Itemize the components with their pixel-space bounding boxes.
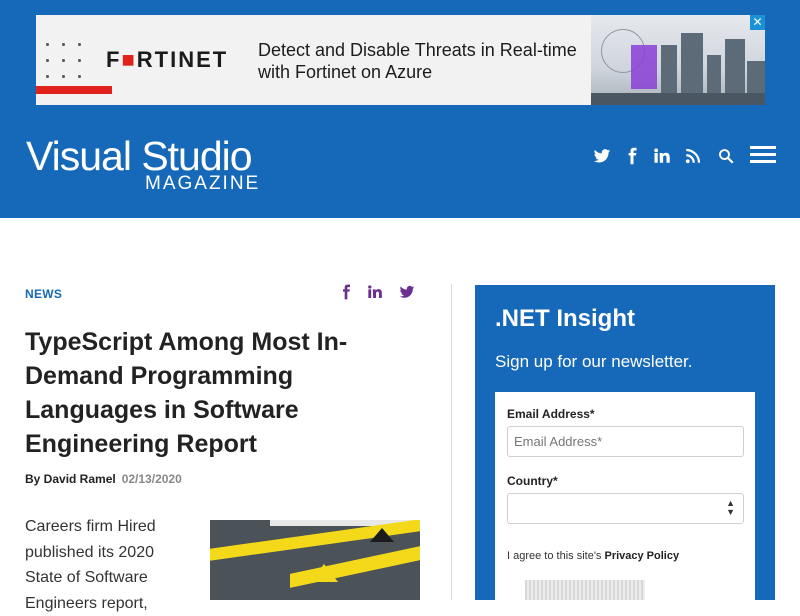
article-title: TypeScript Among Most In-Demand Programm… xyxy=(25,328,348,458)
column-divider xyxy=(451,284,452,600)
article-category[interactable]: NEWS xyxy=(25,287,62,301)
site-logo-sub[interactable]: MAGAZINE xyxy=(145,173,260,195)
select-updown-icon: ▲ ▼ xyxy=(726,498,735,517)
newsletter-title: .NET Insight xyxy=(495,305,635,332)
ad-city-image xyxy=(591,15,765,105)
newsletter-box: .NET Insight Sign up for our newsletter.… xyxy=(475,285,775,600)
share-facebook-icon[interactable] xyxy=(338,284,354,304)
ad-brand-logo: F■RTINET xyxy=(106,47,229,72)
article-body: Careers firm Hired published its 2020 St… xyxy=(25,518,156,612)
email-field[interactable] xyxy=(507,426,744,457)
country-select[interactable]: ▲ ▼ xyxy=(507,493,744,524)
menu-icon[interactable] xyxy=(750,146,776,164)
email-label: Email Address* xyxy=(507,407,595,421)
ad-dots-decoration xyxy=(46,43,86,83)
site-header: F■RTINET Detect and Disable Threats in R… xyxy=(0,0,800,218)
facebook-icon[interactable] xyxy=(622,145,642,167)
rss-icon[interactable] xyxy=(683,145,703,167)
share-twitter-icon[interactable] xyxy=(399,284,415,304)
newsletter-form: Email Address* Country* ▲▼ I agree to th… xyxy=(495,392,755,600)
arrow-marking xyxy=(310,564,338,582)
article-date: 02/13/2020 xyxy=(121,472,182,486)
country-label: Country* xyxy=(507,474,558,488)
ad-red-bar xyxy=(36,86,112,94)
newsletter-subtitle: Sign up for our newsletter. xyxy=(495,352,693,371)
author-link[interactable]: By David Ramel xyxy=(25,472,116,486)
ad-banner[interactable]: F■RTINET Detect and Disable Threats in R… xyxy=(36,15,765,105)
article-byline: By David Ramel 02/13/2020 xyxy=(25,472,182,486)
privacy-agreement[interactable]: I agree to this site's Privacy Policy xyxy=(507,550,679,562)
twitter-icon[interactable] xyxy=(592,145,612,167)
article-photo xyxy=(210,520,420,600)
captcha-image xyxy=(525,580,645,600)
site-logo[interactable]: Visual Studio xyxy=(26,134,253,178)
ad-headline[interactable]: Detect and Disable Threats in Real-time … xyxy=(258,39,588,83)
linkedin-icon[interactable] xyxy=(652,145,672,167)
privacy-policy-link[interactable]: Privacy Policy xyxy=(604,550,679,562)
search-icon[interactable] xyxy=(716,145,736,167)
ad-close-icon[interactable]: ✕ xyxy=(750,15,765,30)
share-linkedin-icon[interactable] xyxy=(367,284,383,304)
